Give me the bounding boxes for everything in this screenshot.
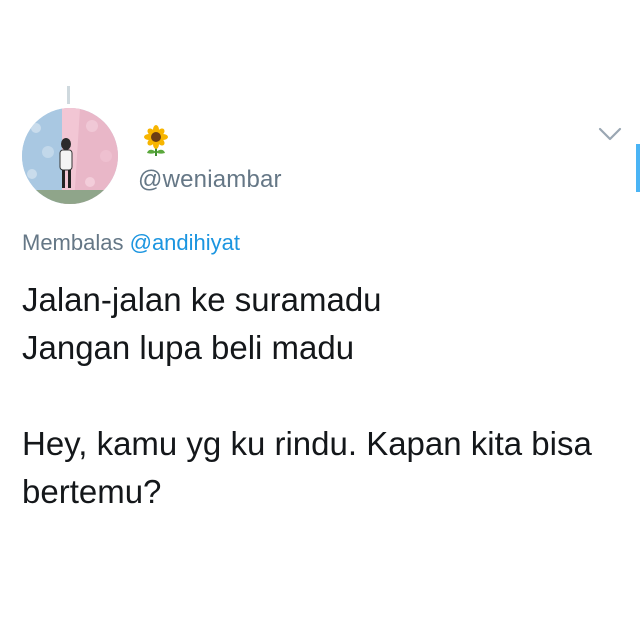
tweet-line-1: Jalan-jalan ke suramadu <box>22 281 382 318</box>
avatar[interactable] <box>22 108 118 204</box>
reply-prefix: Membalas <box>22 230 124 255</box>
sunflower-emoji-icon <box>138 124 174 160</box>
thread-connector <box>67 86 70 104</box>
reply-context: Membalas @andihiyat <box>22 230 240 256</box>
chevron-down-icon[interactable] <box>596 124 624 144</box>
tweet-line-3: Hey, kamu yg ku rindu. Kapan kita bisa b… <box>22 425 592 510</box>
avatar-photo <box>22 108 118 204</box>
user-handle[interactable]: @weniambar <box>138 166 282 194</box>
reply-mention-link[interactable]: @andihiyat <box>130 230 240 255</box>
tweet-line-2: Jangan lupa beli madu <box>22 329 355 366</box>
tweet-text: Jalan-jalan ke suramadu Jangan lupa beli… <box>22 276 622 516</box>
scrollbar-indicator <box>636 144 640 192</box>
